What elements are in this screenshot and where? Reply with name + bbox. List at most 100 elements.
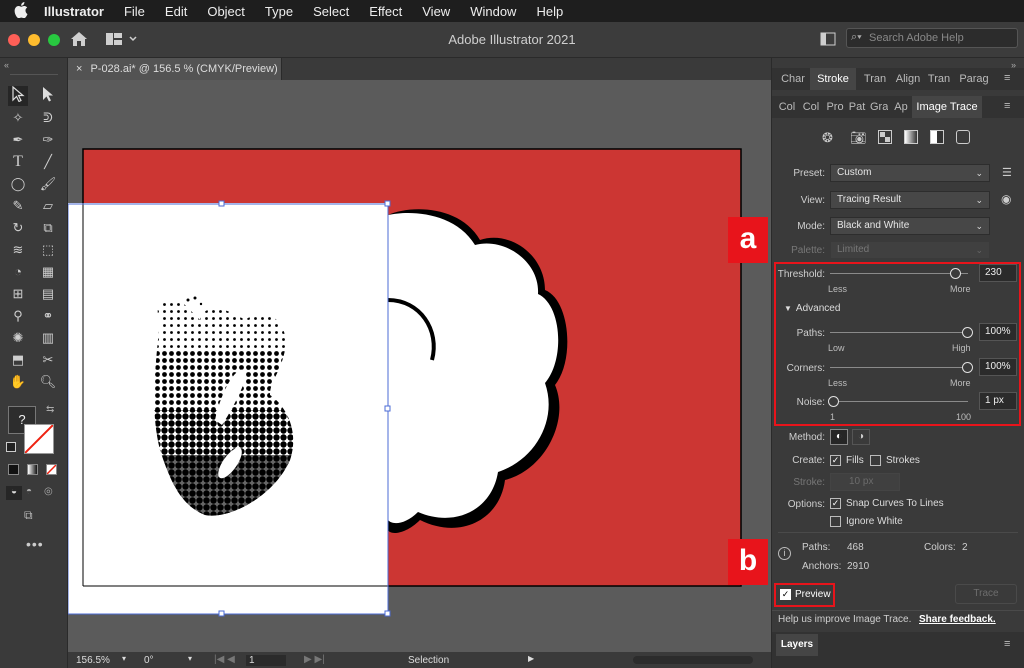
artboard-number[interactable]: 1 — [246, 655, 286, 666]
snap-curves-checkbox[interactable]: ✓ — [830, 498, 841, 509]
outline-preset-icon[interactable] — [956, 130, 970, 144]
tab-transform[interactable]: Tran — [926, 68, 952, 90]
fills-checkbox[interactable]: ✓ — [830, 455, 841, 466]
tab-transparency[interactable]: Tran — [862, 68, 888, 90]
gradient-mode-icon[interactable] — [27, 464, 38, 475]
tab-image-trace[interactable]: Image Trace — [912, 96, 982, 118]
artboard-tool-icon[interactable]: ⬒ — [8, 350, 28, 370]
view-select[interactable]: Tracing Result ⌄ — [830, 191, 990, 209]
tab-paragraph[interactable]: Parag — [958, 68, 990, 90]
app-menu[interactable]: Illustrator — [44, 4, 104, 19]
tab-color[interactable]: Col — [778, 96, 796, 118]
tab-stroke[interactable]: Stroke — [810, 68, 856, 90]
none-mode-icon[interactable] — [46, 464, 57, 475]
document-tab[interactable]: × P-028.ai* @ 156.5 % (CMYK/Preview) — [68, 58, 282, 80]
mesh-tool-icon[interactable]: ⊞ — [8, 284, 28, 304]
tab-properties[interactable]: Pro — [826, 96, 844, 118]
zoom-level[interactable]: 156.5% — [76, 655, 110, 666]
trace-button[interactable]: Trace — [955, 584, 1017, 604]
mode-select[interactable]: Black and White ⌄ — [830, 217, 990, 235]
share-feedback-link[interactable]: Share feedback. — [919, 614, 996, 625]
eraser-tool-icon[interactable]: ▱ — [38, 196, 58, 216]
artboard-next-icon[interactable]: ▶ ▶| — [304, 654, 325, 665]
rotation-dropdown-icon[interactable]: ▾ — [188, 654, 192, 663]
eyedropper-tool-icon[interactable]: ⚲ — [8, 306, 28, 326]
preset-select[interactable]: Custom ⌄ — [830, 164, 990, 182]
high-color-preset-icon[interactable]: 📷︎ — [850, 130, 867, 146]
tab-color-guide[interactable]: Col — [802, 96, 820, 118]
menu-object[interactable]: Object — [207, 4, 245, 19]
tab-character[interactable]: Char — [778, 68, 808, 90]
menu-file[interactable]: File — [124, 4, 145, 19]
artboard-nav-icon[interactable]: |◀ ◀ — [214, 654, 235, 665]
help-search-field[interactable]: ⌕▾ Search Adobe Help — [846, 28, 1018, 48]
swap-fill-stroke-icon[interactable]: ⇆ — [46, 404, 54, 415]
shape-builder-tool-icon[interactable]: ◔ — [8, 262, 28, 282]
draw-behind-icon[interactable]: ◓ — [26, 486, 32, 497]
draw-normal-icon[interactable]: ◒ — [6, 486, 22, 500]
draw-inside-icon[interactable]: ◎ — [44, 486, 53, 497]
default-colors-icon[interactable] — [6, 442, 16, 452]
canvas-area[interactable] — [68, 80, 771, 652]
magic-wand-tool-icon[interactable]: ✧ — [8, 108, 28, 128]
color-mode-icon[interactable] — [8, 464, 19, 475]
collapse-panel-icon[interactable]: « — [4, 60, 9, 70]
zoom-tool-icon[interactable]: 🔍︎ — [38, 372, 58, 392]
menu-view[interactable]: View — [422, 4, 450, 19]
ellipse-tool-icon[interactable]: ◯ — [8, 174, 28, 194]
status-menu-icon[interactable]: ▶ — [528, 654, 534, 663]
slice-tool-icon[interactable]: ✂ — [38, 350, 58, 370]
grayscale-preset-icon[interactable] — [904, 130, 918, 144]
manage-presets-icon[interactable]: ☰ — [1002, 166, 1012, 179]
warp-tool-icon[interactable]: ≋ — [8, 240, 28, 260]
tab-layers[interactable]: Layers — [776, 634, 818, 656]
screen-mode-icon[interactable]: ⧉ — [24, 508, 33, 523]
curvature-tool-icon[interactable]: ✑ — [38, 130, 58, 150]
stroke-swatch[interactable] — [24, 424, 54, 454]
menu-select[interactable]: Select — [313, 4, 349, 19]
panel-menu-icon[interactable]: ≡ — [1004, 72, 1010, 84]
close-tab-icon[interactable]: × — [76, 63, 82, 75]
tab-align[interactable]: Align — [894, 68, 922, 90]
line-tool-icon[interactable]: ╱ — [38, 152, 58, 172]
menu-effect[interactable]: Effect — [369, 4, 402, 19]
abutting-method-icon[interactable]: ◐ — [830, 429, 848, 445]
rotation-value[interactable]: 0° — [144, 655, 154, 666]
free-transform-tool-icon[interactable]: ⬚ — [38, 240, 58, 260]
menu-type[interactable]: Type — [265, 4, 293, 19]
edit-toolbar-icon[interactable]: ••• — [26, 536, 44, 552]
zoom-dropdown-icon[interactable]: ▾ — [122, 654, 126, 663]
gradient-tool-icon[interactable]: ▤ — [38, 284, 58, 304]
column-graph-tool-icon[interactable]: ▥ — [38, 328, 58, 348]
pencil-tool-icon[interactable]: ✎ — [8, 196, 28, 216]
tab-pathfinder[interactable]: Pat — [848, 96, 866, 118]
perspective-grid-tool-icon[interactable]: ▦ — [38, 262, 58, 282]
panel-menu-icon-2[interactable]: ≡ — [1004, 100, 1010, 112]
pen-tool-icon[interactable]: ✒ — [8, 130, 28, 150]
paintbrush-tool-icon[interactable]: 🖌 — [38, 174, 58, 194]
apple-icon[interactable] — [14, 1, 28, 21]
type-tool-icon[interactable]: T — [8, 152, 28, 172]
blend-tool-icon[interactable]: ⚭ — [38, 306, 58, 326]
menu-window[interactable]: Window — [470, 4, 516, 19]
layers-menu-icon[interactable]: ≡ — [1004, 638, 1010, 650]
overlapping-method-icon[interactable]: ◑ — [852, 429, 870, 445]
eye-icon[interactable]: ◉ — [1001, 192, 1011, 206]
menu-edit[interactable]: Edit — [165, 4, 187, 19]
lasso-tool-icon[interactable]: ᕲ — [38, 108, 58, 128]
direct-selection-tool-icon[interactable] — [38, 86, 58, 106]
auto-color-preset-icon[interactable]: ❂ — [822, 130, 840, 146]
ignore-white-checkbox[interactable] — [830, 516, 841, 527]
scale-tool-icon[interactable]: ⧉ — [38, 218, 58, 238]
arrange-documents-icon[interactable] — [820, 32, 836, 49]
strokes-checkbox[interactable] — [870, 455, 881, 466]
horizontal-scrollbar[interactable] — [633, 656, 753, 664]
menu-help[interactable]: Help — [536, 4, 563, 19]
tab-appearance[interactable]: Ap — [892, 96, 910, 118]
selection-tool-icon[interactable] — [8, 85, 28, 106]
black-white-preset-icon[interactable] — [930, 130, 944, 144]
symbol-sprayer-tool-icon[interactable]: ✺ — [8, 328, 28, 348]
rotate-tool-icon[interactable]: ↻ — [8, 218, 28, 238]
tab-gradient[interactable]: Gra — [870, 96, 888, 118]
low-color-preset-icon[interactable] — [878, 130, 892, 144]
